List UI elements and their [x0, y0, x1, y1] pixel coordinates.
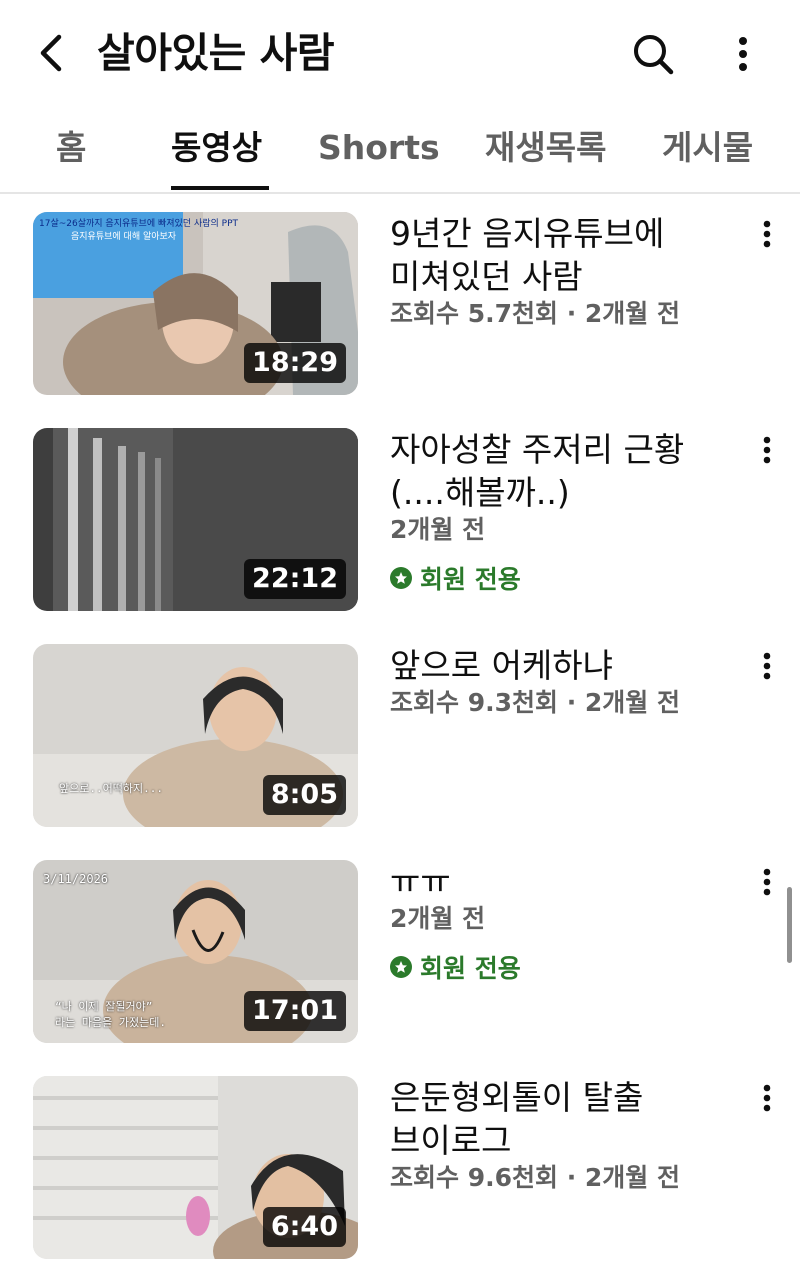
video-more-button[interactable] — [752, 428, 782, 472]
more-vert-icon — [763, 436, 771, 464]
more-vert-icon — [739, 37, 747, 71]
members-only-badge: 회원 전용 — [390, 560, 730, 596]
star-badge-icon — [390, 956, 412, 978]
thumbnail-caption: 라는 마음을 가졌는데. — [55, 1016, 166, 1029]
more-options-button[interactable] — [722, 26, 764, 82]
members-only-badge: 회원 전용 — [390, 949, 730, 985]
video-title[interactable]: ㅠㅠ — [390, 860, 730, 903]
video-duration: 18:29 — [244, 343, 346, 383]
thumbnail-caption: 17살~26살까지 음지유튜브에 빠져있던 사람의 PPT — [39, 219, 239, 229]
video-info: 은둔형외톨이 탈출 브이로그 조회수 9.6천회 · 2개월 전 — [390, 1076, 730, 1194]
tab-videos[interactable]: 동영상 — [171, 126, 262, 170]
video-thumbnail[interactable]: 17살~26살까지 음지유튜브에 빠져있던 사람의 PPT 음지유튜브에 대해 … — [33, 212, 358, 395]
scrollbar[interactable] — [787, 887, 792, 963]
video-thumbnail[interactable]: 3/11/2026 “나 이제 잘될거야” 라는 마음을 가졌는데. 17:01 — [33, 860, 358, 1043]
more-vert-icon — [763, 868, 771, 896]
video-meta: 조회수 5.7천회 · 2개월 전 — [390, 299, 680, 328]
video-more-button[interactable] — [752, 644, 782, 688]
video-item[interactable]: 3/11/2026 “나 이제 잘될거야” 라는 마음을 가졌는데. 17:01… — [0, 842, 800, 1043]
video-duration: 22:12 — [244, 559, 346, 599]
more-vert-icon — [763, 1084, 771, 1112]
tab-playlists[interactable]: 재생목록 — [485, 126, 606, 170]
video-meta: 조회수 9.3천회 · 2개월 전 — [390, 688, 680, 717]
video-item[interactable]: 6:40 은둔형외톨이 탈출 브이로그 조회수 9.6천회 · 2개월 전 — [0, 1058, 800, 1259]
video-title[interactable]: 9년간 음지유튜브에 미쳐있던 사람 — [390, 212, 730, 298]
thumbnail-caption: 앞으로..어떡하지... — [59, 782, 163, 795]
video-thumbnail[interactable]: 앞으로..어떡하지... 8:05 — [33, 644, 358, 827]
video-meta: 2개월 전 — [390, 904, 486, 933]
star-badge-icon — [390, 567, 412, 589]
search-icon — [634, 35, 674, 75]
thumbnail-date: 3/11/2026 — [43, 872, 109, 886]
video-thumbnail[interactable]: 6:40 — [33, 1076, 358, 1259]
top-app-bar: 살아있는 사람 — [0, 0, 800, 108]
tab-home[interactable]: 홈 — [56, 126, 86, 170]
back-arrow-icon — [40, 34, 62, 72]
video-info: 자아성찰 주저리 근황(....해볼까..) 2개월 전 회원 전용 — [390, 428, 730, 596]
members-only-label: 회원 전용 — [420, 954, 521, 983]
video-item[interactable]: 22:12 자아성찰 주저리 근황(....해볼까..) 2개월 전 회원 전용 — [0, 410, 800, 611]
video-info: ㅠㅠ 2개월 전 회원 전용 — [390, 860, 730, 985]
more-vert-icon — [763, 652, 771, 680]
thumbnail-caption: “나 이제 잘될거야” — [55, 1000, 153, 1013]
video-info: 9년간 음지유튜브에 미쳐있던 사람 조회수 5.7천회 · 2개월 전 — [390, 212, 730, 330]
video-duration: 6:40 — [262, 1207, 346, 1247]
tab-shorts[interactable]: Shorts — [318, 126, 440, 170]
video-thumbnail[interactable]: 22:12 — [33, 428, 358, 611]
video-title[interactable]: 앞으로 어케하냐 — [390, 644, 730, 687]
channel-tabs: 홈 동영상 Shorts 재생목록 게시물 — [0, 108, 800, 194]
video-item[interactable]: 17살~26살까지 음지유튜브에 빠져있던 사람의 PPT 음지유튜브에 대해 … — [0, 194, 800, 395]
tab-posts[interactable]: 게시물 — [662, 126, 753, 170]
video-more-button[interactable] — [752, 212, 782, 256]
video-duration: 8:05 — [262, 775, 346, 815]
video-more-button[interactable] — [752, 1076, 782, 1120]
video-meta: 2개월 전 — [390, 515, 486, 544]
video-more-button[interactable] — [752, 860, 782, 904]
video-info: 앞으로 어케하냐 조회수 9.3천회 · 2개월 전 — [390, 644, 730, 719]
more-vert-icon — [763, 220, 771, 248]
thumbnail-caption: 음지유튜브에 대해 알아보자 — [71, 232, 177, 242]
active-tab-indicator — [171, 186, 269, 190]
video-item[interactable]: 앞으로..어떡하지... 8:05 앞으로 어케하냐 조회수 9.3천회 · 2… — [0, 626, 800, 827]
video-meta: 조회수 9.6천회 · 2개월 전 — [390, 1163, 680, 1192]
back-button[interactable] — [24, 24, 76, 82]
video-title[interactable]: 자아성찰 주저리 근황(....해볼까..) — [390, 428, 730, 514]
channel-title: 살아있는 사람 — [97, 29, 335, 77]
video-duration: 17:01 — [244, 991, 346, 1031]
video-title[interactable]: 은둔형외톨이 탈출 브이로그 — [390, 1076, 730, 1162]
search-button[interactable] — [624, 26, 682, 82]
members-only-label: 회원 전용 — [420, 565, 521, 594]
